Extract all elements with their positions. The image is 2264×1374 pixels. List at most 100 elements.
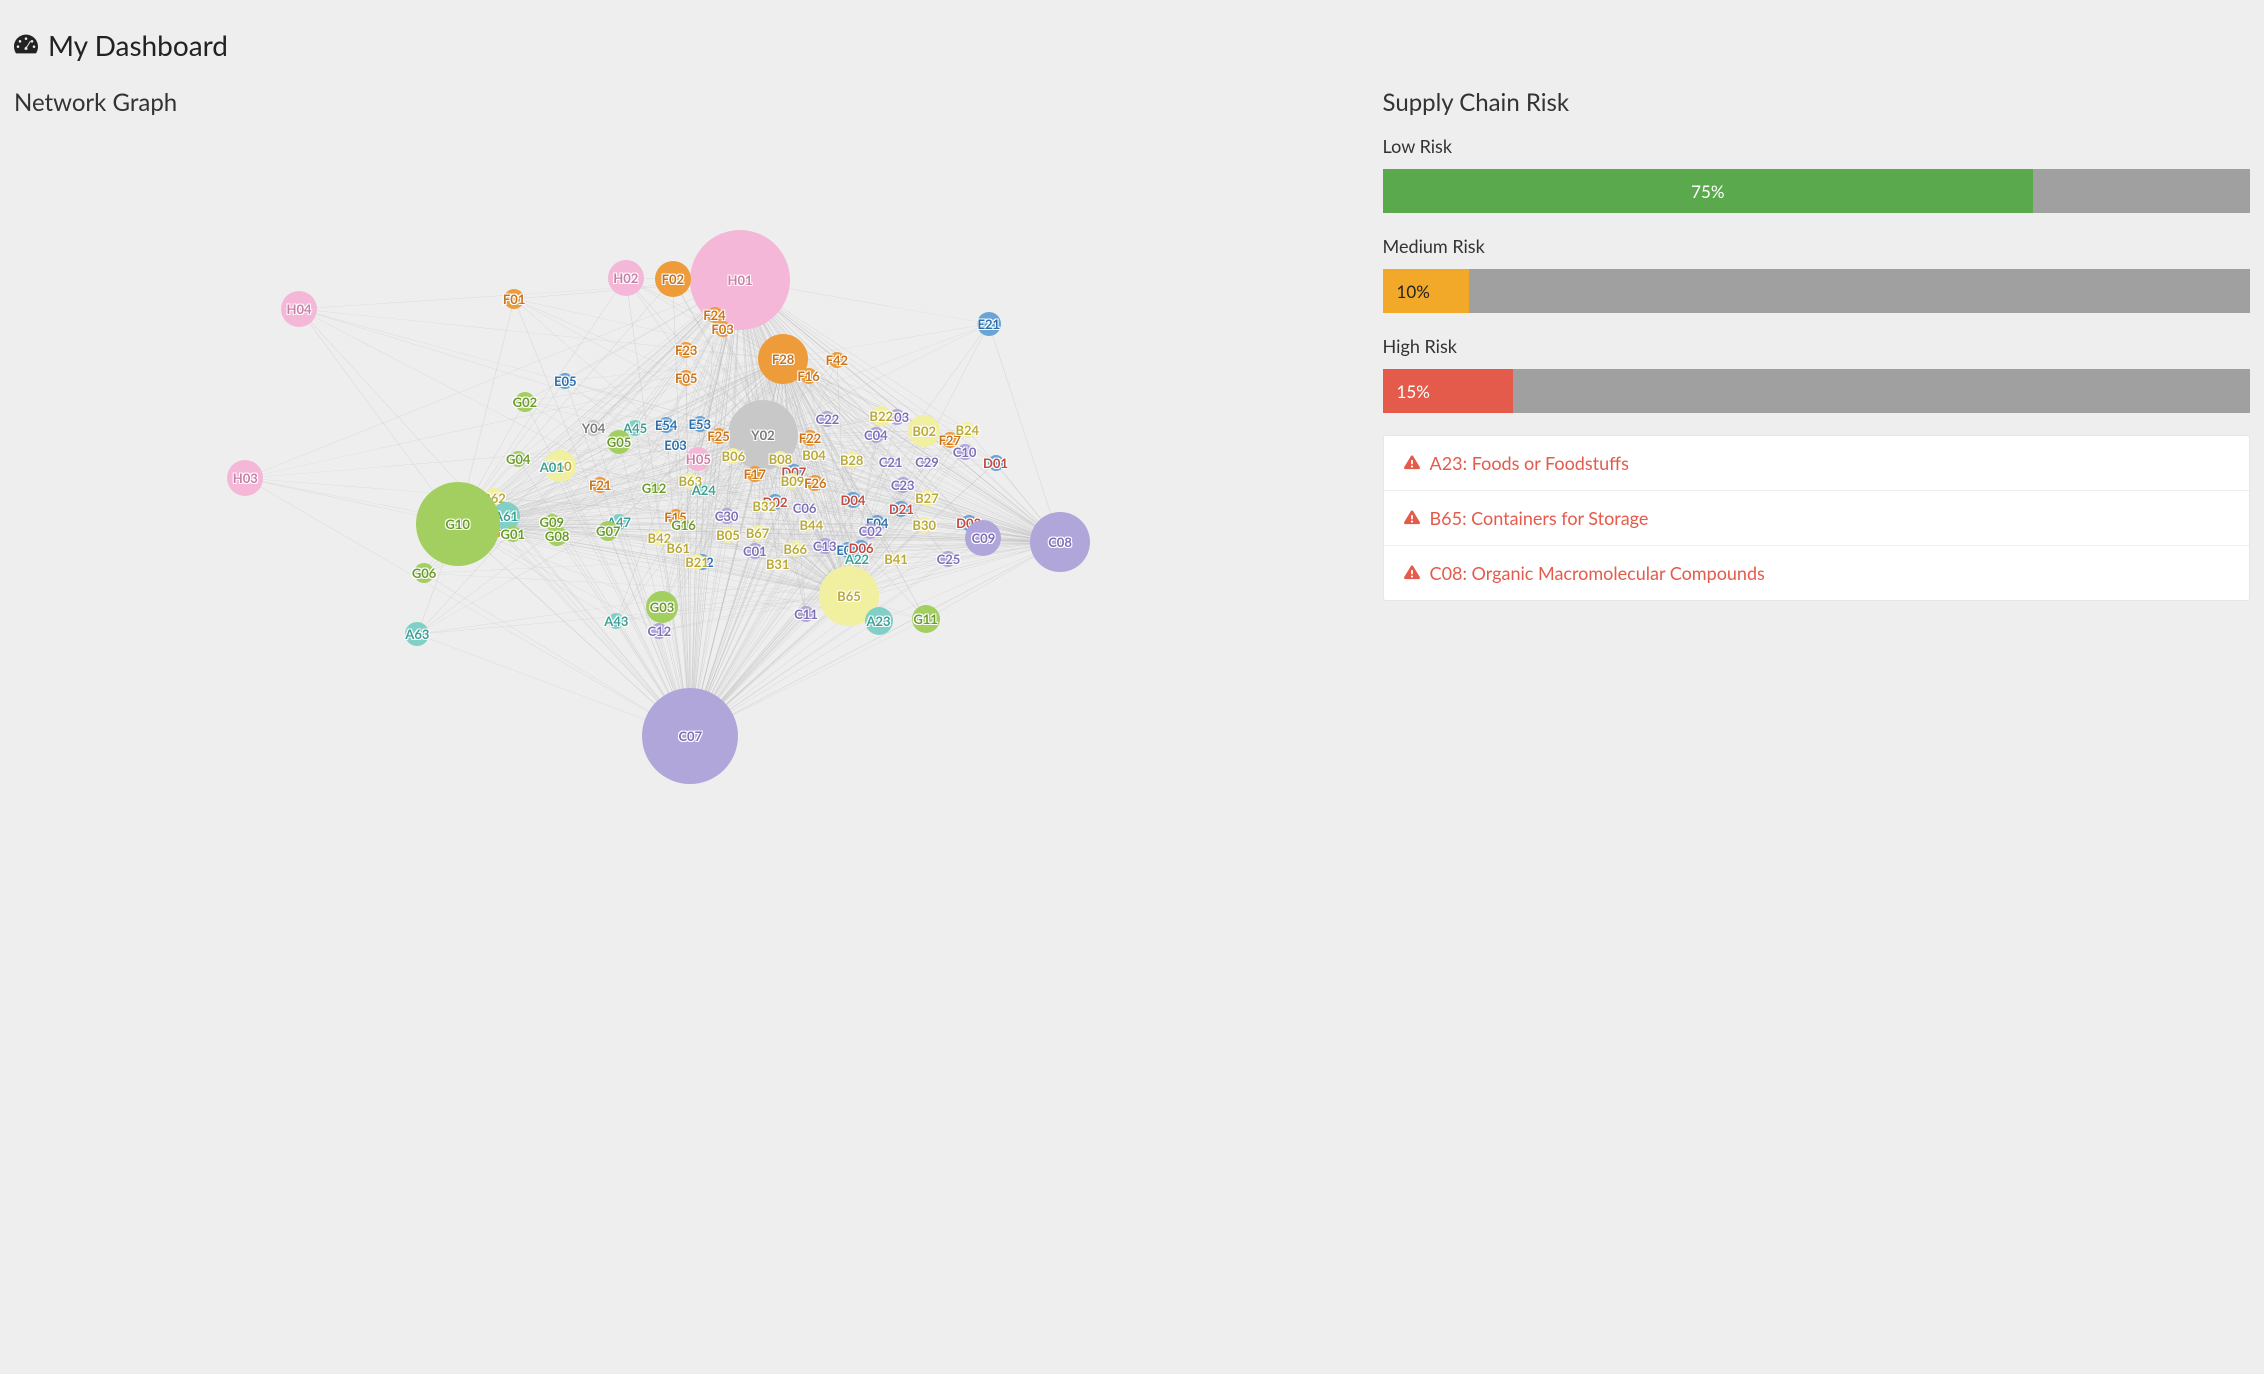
graph-node[interactable]: G06: [414, 563, 434, 583]
graph-node[interactable]: B44: [805, 519, 817, 531]
graph-node[interactable]: B05: [720, 527, 736, 543]
graph-node-label: G09: [540, 514, 565, 530]
graph-node-label: E21: [978, 316, 1001, 332]
graph-node[interactable]: A23: [865, 607, 893, 635]
graph-node-label: B28: [840, 452, 864, 468]
graph-node[interactable]: C01: [747, 543, 763, 559]
graph-node-label: H03: [233, 470, 258, 486]
graph-node[interactable]: G05: [607, 430, 631, 454]
graph-node[interactable]: F16: [801, 368, 817, 384]
graph-node[interactable]: G16: [678, 519, 690, 531]
graph-node[interactable]: C30: [719, 508, 735, 524]
graph-node[interactable]: C11: [798, 606, 814, 622]
graph-node[interactable]: C10: [957, 444, 973, 460]
high-risk-item[interactable]: C08: Organic Macromolecular Compounds: [1384, 545, 2249, 600]
graph-node[interactable]: A22: [851, 553, 863, 565]
graph-node[interactable]: F03: [715, 321, 731, 337]
graph-node[interactable]: B32: [758, 500, 770, 512]
graph-node[interactable]: G12: [648, 482, 660, 494]
graph-node[interactable]: A01: [546, 461, 558, 473]
high-risk-item[interactable]: B65: Containers for Storage: [1384, 490, 2249, 545]
graph-node[interactable]: A24: [698, 484, 710, 496]
graph-node[interactable]: C07: [642, 688, 738, 784]
graph-node[interactable]: G02: [515, 392, 535, 412]
graph-node[interactable]: C25: [940, 551, 956, 567]
graph-node-label: C01: [743, 543, 767, 559]
page-title: My Dashboard: [48, 28, 228, 62]
medium-risk-value: 10%: [1397, 281, 1430, 302]
graph-node[interactable]: B61: [672, 542, 684, 554]
graph-node[interactable]: F25: [711, 428, 727, 444]
graph-node[interactable]: E54: [658, 417, 674, 433]
graph-node[interactable]: Y04: [585, 420, 601, 436]
low-risk-bar: 75%: [1383, 169, 2250, 213]
graph-node[interactable]: F02: [655, 261, 691, 297]
graph-node[interactable]: D04: [845, 492, 861, 508]
graph-node[interactable]: B06: [725, 448, 741, 464]
graph-node[interactable]: B21: [689, 554, 705, 570]
graph-node[interactable]: G04: [510, 451, 526, 467]
graph-node[interactable]: B41: [890, 553, 902, 565]
graph-node[interactable]: F23: [678, 342, 694, 358]
graph-node[interactable]: B04: [808, 449, 820, 461]
graph-node[interactable]: G03: [646, 591, 678, 623]
graph-node[interactable]: C09: [965, 520, 1001, 556]
high-risk-item[interactable]: A23: Foods or Foodstuffs: [1384, 436, 2249, 490]
graph-node[interactable]: F21: [592, 477, 608, 493]
graph-node[interactable]: C12: [651, 623, 667, 639]
graph-node[interactable]: B22: [871, 406, 891, 426]
graph-node[interactable]: C06: [799, 502, 811, 514]
graph-node[interactable]: F17: [747, 466, 763, 482]
graph-node[interactable]: B27: [919, 490, 935, 506]
graph-node[interactable]: B08: [772, 451, 788, 467]
low-risk-label: Low Risk: [1383, 135, 2250, 157]
network-graph-heading: Network Graph: [14, 88, 1359, 117]
graph-node[interactable]: G07: [598, 521, 618, 541]
graph-node[interactable]: C08: [1030, 512, 1090, 572]
graph-node[interactable]: F26: [807, 475, 823, 491]
graph-node[interactable]: C23: [895, 477, 911, 493]
graph-node[interactable]: H02: [608, 260, 644, 296]
graph-node[interactable]: B30: [916, 517, 932, 533]
graph-node[interactable]: D01: [988, 455, 1004, 471]
graph-node[interactable]: B66: [787, 541, 803, 557]
graph-node[interactable]: H05: [686, 447, 710, 471]
graph-node[interactable]: C13: [817, 538, 833, 554]
graph-node[interactable]: H03: [227, 460, 263, 496]
graph-node[interactable]: A63: [405, 622, 429, 646]
graph-node[interactable]: A45: [627, 420, 643, 436]
graph-node[interactable]: C22: [819, 411, 835, 427]
graph-node[interactable]: C29: [921, 456, 933, 468]
graph-node[interactable]: B02: [908, 415, 940, 447]
graph-node[interactable]: F01: [504, 289, 524, 309]
graph-node[interactable]: G09: [544, 514, 560, 530]
graph-node[interactable]: B09: [784, 473, 800, 489]
graph-node[interactable]: F22: [802, 430, 818, 446]
graph-node[interactable]: G11: [912, 605, 940, 633]
graph-node[interactable]: E21: [977, 312, 1001, 336]
graph-node[interactable]: A43: [608, 613, 624, 629]
graph-node[interactable]: B28: [844, 452, 860, 468]
graph-node[interactable]: C21: [885, 456, 897, 468]
graph-node[interactable]: E03: [670, 439, 682, 451]
network-graph[interactable]: H01H02H04H03H05Y02Y04F02F01F24F03F23F05F…: [14, 135, 1359, 915]
graph-node-label: C13: [813, 538, 837, 554]
graph-node[interactable]: E53: [692, 416, 708, 432]
graph-node[interactable]: B42: [651, 530, 667, 546]
graph-node[interactable]: G01: [505, 526, 521, 542]
graph-node[interactable]: C04: [868, 427, 884, 443]
graph-node[interactable]: F05: [678, 370, 694, 386]
graph-node-label: C10: [953, 444, 977, 460]
graph-node-label: C30: [715, 508, 739, 524]
graph-node[interactable]: B24: [959, 422, 975, 438]
graph-node[interactable]: D21: [893, 501, 909, 517]
graph-node[interactable]: C02: [862, 523, 878, 539]
graph-node[interactable]: E05: [557, 373, 573, 389]
graph-node[interactable]: B67: [750, 525, 766, 541]
graph-node[interactable]: F42: [829, 352, 845, 368]
graph-node[interactable]: B31: [772, 558, 784, 570]
graph-node[interactable]: G10: [416, 482, 500, 566]
graph-node[interactable]: H04: [281, 291, 317, 327]
warning-icon: [1404, 560, 1420, 584]
high-risk-label: High Risk: [1383, 335, 2250, 357]
